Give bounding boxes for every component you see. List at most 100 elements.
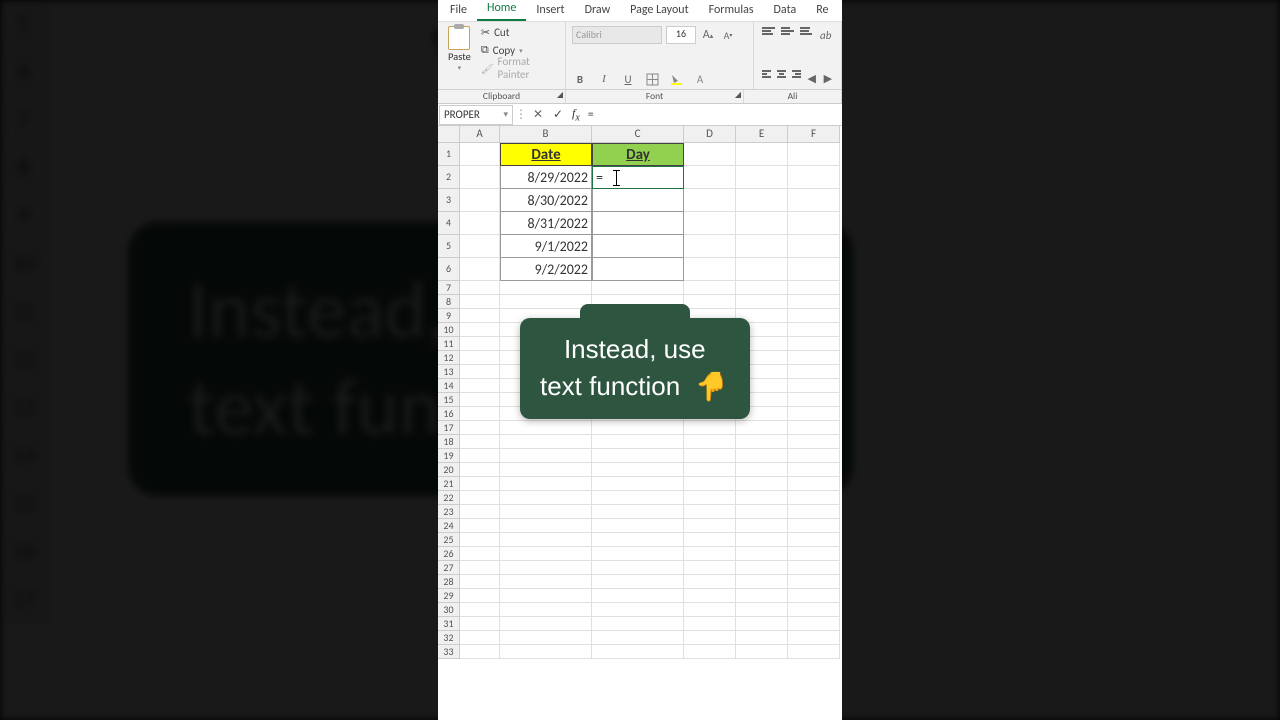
cell[interactable]: [500, 463, 592, 477]
cell[interactable]: [684, 421, 736, 435]
cell[interactable]: [500, 449, 592, 463]
cell-date[interactable]: 8/31/2022: [500, 212, 592, 235]
cell[interactable]: [684, 491, 736, 505]
cell[interactable]: [500, 575, 592, 589]
cell[interactable]: [788, 477, 840, 491]
align-bottom-button[interactable]: [800, 27, 813, 39]
cell[interactable]: [460, 477, 500, 491]
cell[interactable]: [500, 603, 592, 617]
row-header[interactable]: 11: [438, 337, 460, 351]
row-header[interactable]: 15: [438, 393, 460, 407]
cell[interactable]: [684, 645, 736, 659]
column-header-a[interactable]: A: [460, 126, 500, 143]
cell-day[interactable]: [592, 235, 684, 258]
cell[interactable]: [592, 645, 684, 659]
cell[interactable]: [460, 351, 500, 365]
cell[interactable]: [500, 505, 592, 519]
decrease-font-button[interactable]: A▾: [720, 27, 736, 43]
borders-button[interactable]: [644, 71, 660, 87]
cell[interactable]: [736, 258, 788, 281]
cells-area[interactable]: DateDay8/29/2022= 8/30/20228/31/20229/1/…: [460, 143, 840, 720]
cell-day[interactable]: [592, 258, 684, 281]
cell[interactable]: [460, 617, 500, 631]
cell[interactable]: [500, 491, 592, 505]
row-header[interactable]: 22: [438, 491, 460, 505]
cell[interactable]: [736, 449, 788, 463]
cell[interactable]: [684, 166, 736, 189]
dialog-launcher-icon[interactable]: ◢: [557, 90, 563, 100]
cell[interactable]: [460, 323, 500, 337]
row-header[interactable]: 23: [438, 505, 460, 519]
worksheet-grid[interactable]: ABCDEF 123456789101112131415161718192021…: [438, 126, 842, 720]
cell[interactable]: [684, 617, 736, 631]
tab-draw[interactable]: Draw: [575, 0, 621, 21]
cell[interactable]: [500, 645, 592, 659]
align-right-button[interactable]: [792, 70, 801, 82]
cell[interactable]: [788, 189, 840, 212]
cell[interactable]: [788, 505, 840, 519]
cell[interactable]: [684, 519, 736, 533]
cell[interactable]: [460, 407, 500, 421]
cell[interactable]: [788, 295, 840, 309]
row-header[interactable]: 3: [438, 189, 460, 212]
row-header[interactable]: 16: [438, 407, 460, 421]
dialog-launcher-icon[interactable]: ◢: [735, 90, 741, 100]
select-all-corner[interactable]: [438, 126, 460, 143]
cell[interactable]: [460, 281, 500, 295]
cell[interactable]: [500, 533, 592, 547]
tab-formulas[interactable]: Formulas: [699, 0, 764, 21]
cell[interactable]: [788, 519, 840, 533]
underline-button[interactable]: U: [620, 71, 636, 87]
cell[interactable]: [788, 393, 840, 407]
row-header[interactable]: 10: [438, 323, 460, 337]
cell[interactable]: [736, 505, 788, 519]
cell[interactable]: [592, 617, 684, 631]
cell[interactable]: [736, 617, 788, 631]
cell[interactable]: [788, 435, 840, 449]
cell[interactable]: [684, 589, 736, 603]
row-header[interactable]: 1: [438, 143, 460, 166]
cell[interactable]: [788, 379, 840, 393]
row-header[interactable]: 29: [438, 589, 460, 603]
cell[interactable]: [788, 407, 840, 421]
increase-indent-button[interactable]: ▶: [823, 70, 833, 86]
cell[interactable]: [788, 463, 840, 477]
row-header[interactable]: 8: [438, 295, 460, 309]
cell[interactable]: [788, 309, 840, 323]
cell-date[interactable]: 8/29/2022: [500, 166, 592, 189]
cell[interactable]: [684, 281, 736, 295]
cell[interactable]: [788, 449, 840, 463]
row-header[interactable]: 33: [438, 645, 460, 659]
row-header[interactable]: 14: [438, 379, 460, 393]
row-header[interactable]: 7: [438, 281, 460, 295]
cell[interactable]: [460, 309, 500, 323]
cell[interactable]: [684, 143, 736, 166]
cell[interactable]: [788, 589, 840, 603]
row-header[interactable]: 12: [438, 351, 460, 365]
row-header[interactable]: 27: [438, 561, 460, 575]
decrease-indent-button[interactable]: ◀: [807, 70, 817, 86]
cell[interactable]: [592, 547, 684, 561]
cell[interactable]: [684, 258, 736, 281]
tab-home[interactable]: Home: [477, 0, 526, 21]
cell[interactable]: [460, 603, 500, 617]
cell[interactable]: [736, 212, 788, 235]
cell[interactable]: [736, 189, 788, 212]
header-day[interactable]: Day: [592, 143, 684, 166]
cell[interactable]: [592, 519, 684, 533]
tab-file[interactable]: File: [440, 0, 477, 21]
cell[interactable]: [788, 547, 840, 561]
cell[interactable]: [736, 575, 788, 589]
align-center-button[interactable]: [777, 70, 786, 82]
cell[interactable]: [788, 351, 840, 365]
cell[interactable]: [460, 337, 500, 351]
cell[interactable]: [736, 533, 788, 547]
tab-page-layout[interactable]: Page Layout: [620, 0, 698, 21]
cell[interactable]: [592, 533, 684, 547]
tab-insert[interactable]: Insert: [526, 0, 574, 21]
cell[interactable]: [788, 645, 840, 659]
column-header-b[interactable]: B: [500, 126, 592, 143]
row-header[interactable]: 30: [438, 603, 460, 617]
cell[interactable]: [736, 645, 788, 659]
cell[interactable]: [460, 449, 500, 463]
